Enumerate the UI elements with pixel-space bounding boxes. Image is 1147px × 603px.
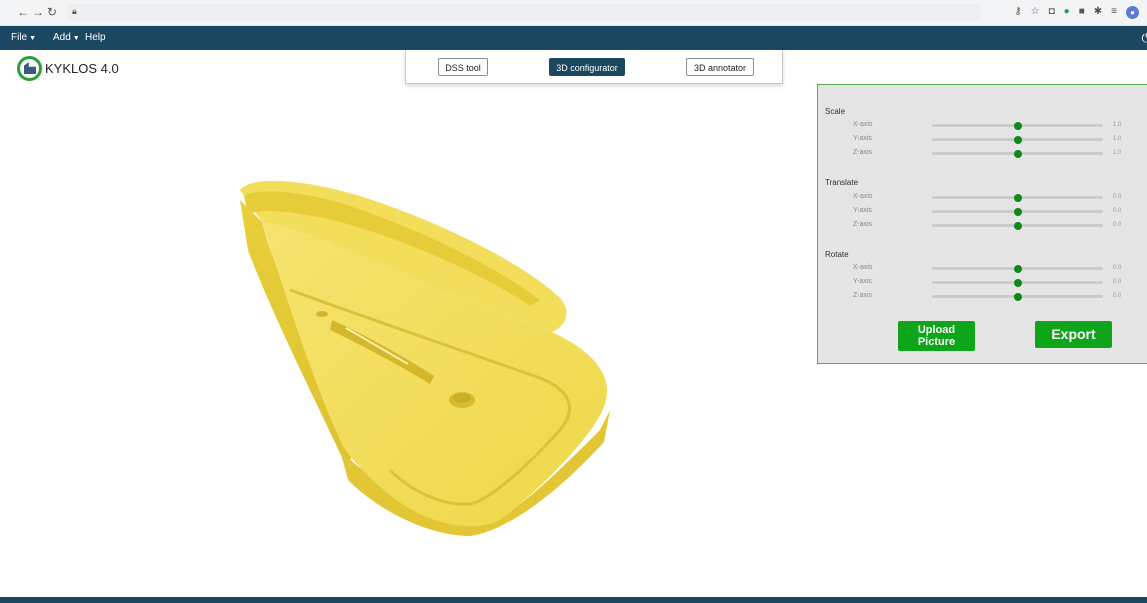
back-arrow-icon[interactable]: ← — [17, 5, 29, 19]
section-title-translate: Translate — [825, 178, 859, 187]
slider-thumb[interactable] — [1013, 264, 1022, 273]
key-icon[interactable]: ⚷ — [1014, 5, 1021, 19]
translate-z-value: 0.0 — [1113, 222, 1122, 228]
rotate-x-value: 0.0 — [1113, 265, 1122, 271]
extension-square-icon[interactable]: ■ — [1079, 5, 1085, 19]
translate-x-slider[interactable] — [932, 193, 1103, 202]
slider-thumb[interactable] — [1013, 135, 1022, 144]
rotate-x-label: X-axis — [853, 264, 873, 271]
slider-thumb[interactable] — [1013, 121, 1022, 130]
rotate-y-value: 0.0 — [1113, 279, 1122, 285]
slider-thumb[interactable] — [1013, 149, 1022, 158]
forward-arrow-icon[interactable]: → — [32, 5, 44, 19]
browser-toolbar: ← → ↻ 🔒︎ ⚷ ☆ ◘ ● ■ ✱ ≡ ● — [0, 0, 1147, 26]
translate-x-label: X-axis — [853, 193, 873, 200]
translate-z-label: Z-axis — [853, 221, 873, 228]
star-icon[interactable]: ☆ — [1031, 5, 1040, 19]
app-menubar: File ▼ Add ▼ Help ⏻ — [0, 26, 1147, 50]
scale-y-value: 1.0 — [1113, 136, 1122, 142]
rotate-y-slider[interactable] — [932, 278, 1103, 287]
grammarly-icon[interactable]: ● — [1064, 5, 1070, 19]
section-title-rotate: Rotate — [825, 250, 849, 259]
reload-icon[interactable]: ↻ — [47, 5, 57, 19]
upload-picture-button[interactable]: Upload Picture — [898, 321, 975, 351]
scale-z-slider[interactable] — [932, 149, 1103, 158]
scale-z-label: Z-axis — [853, 149, 873, 156]
address-bar[interactable]: 🔒︎ — [66, 4, 981, 21]
3d-model-render[interactable] — [0, 50, 815, 598]
camera-icon[interactable]: ◘ — [1049, 5, 1055, 19]
scale-x-slider[interactable] — [932, 121, 1103, 130]
translate-y-label: Y-axis — [853, 207, 872, 214]
scale-y-slider[interactable] — [932, 135, 1103, 144]
puzzle-icon[interactable]: ✱ — [1094, 5, 1102, 19]
reading-list-icon[interactable]: ≡ — [1111, 5, 1117, 19]
menu-add[interactable]: Add ▼ — [53, 32, 80, 43]
3d-viewport[interactable] — [0, 50, 815, 598]
translate-y-value: 0.0 — [1113, 208, 1122, 214]
scale-z-value: 1.0 — [1113, 150, 1122, 156]
power-icon[interactable]: ⏻ — [1142, 31, 1147, 46]
lock-icon: 🔒︎ — [72, 6, 77, 16]
menu-file[interactable]: File ▼ — [11, 32, 36, 43]
scale-y-label: Y-axis — [853, 135, 872, 142]
upload-label-line1: Upload — [917, 324, 956, 336]
slider-thumb[interactable] — [1013, 207, 1022, 216]
rotate-z-value: 0.0 — [1113, 293, 1122, 299]
slider-thumb[interactable] — [1013, 221, 1022, 230]
export-button[interactable]: Export — [1035, 321, 1112, 348]
scale-x-label: X-axis — [853, 121, 873, 128]
status-bar — [0, 597, 1147, 603]
slider-thumb[interactable] — [1013, 193, 1022, 202]
translate-x-value: 0.0 — [1113, 194, 1122, 200]
transform-panel: Scale X-axis 1.0 Y-axis 1.0 Z-axis 1.0 T… — [817, 84, 1147, 364]
slider-thumb[interactable] — [1013, 292, 1022, 301]
rotate-z-label: Z-axis — [853, 292, 873, 299]
slider-thumb[interactable] — [1013, 278, 1022, 287]
rotate-y-label: Y-axis — [853, 278, 872, 285]
section-title-scale: Scale — [825, 107, 846, 116]
rotate-x-slider[interactable] — [932, 264, 1103, 273]
translate-z-slider[interactable] — [932, 221, 1103, 230]
profile-avatar-icon[interactable]: ● — [1126, 5, 1139, 19]
extension-icons: ⚷ ☆ ◘ ● ■ ✱ ≡ ● — [1014, 5, 1139, 19]
translate-y-slider[interactable] — [932, 207, 1103, 216]
rotate-z-slider[interactable] — [932, 292, 1103, 301]
caret-down-icon: ▼ — [29, 35, 37, 42]
caret-down-icon: ▼ — [72, 35, 80, 42]
menu-help[interactable]: Help — [85, 32, 106, 43]
scale-x-value: 1.0 — [1113, 122, 1122, 128]
upload-label-line2: Picture — [917, 336, 956, 348]
